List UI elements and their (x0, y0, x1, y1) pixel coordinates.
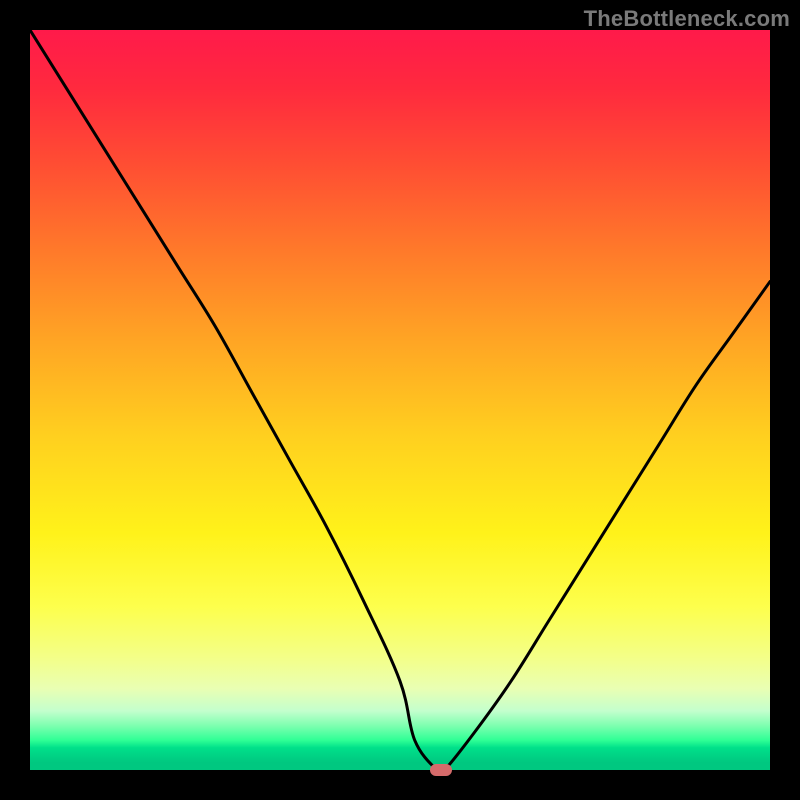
chart-container: TheBottleneck.com (0, 0, 800, 800)
optimal-balance-marker (430, 764, 452, 776)
watermark-text: TheBottleneck.com (584, 6, 790, 32)
plot-area (30, 30, 770, 770)
bottleneck-curve (30, 30, 770, 770)
